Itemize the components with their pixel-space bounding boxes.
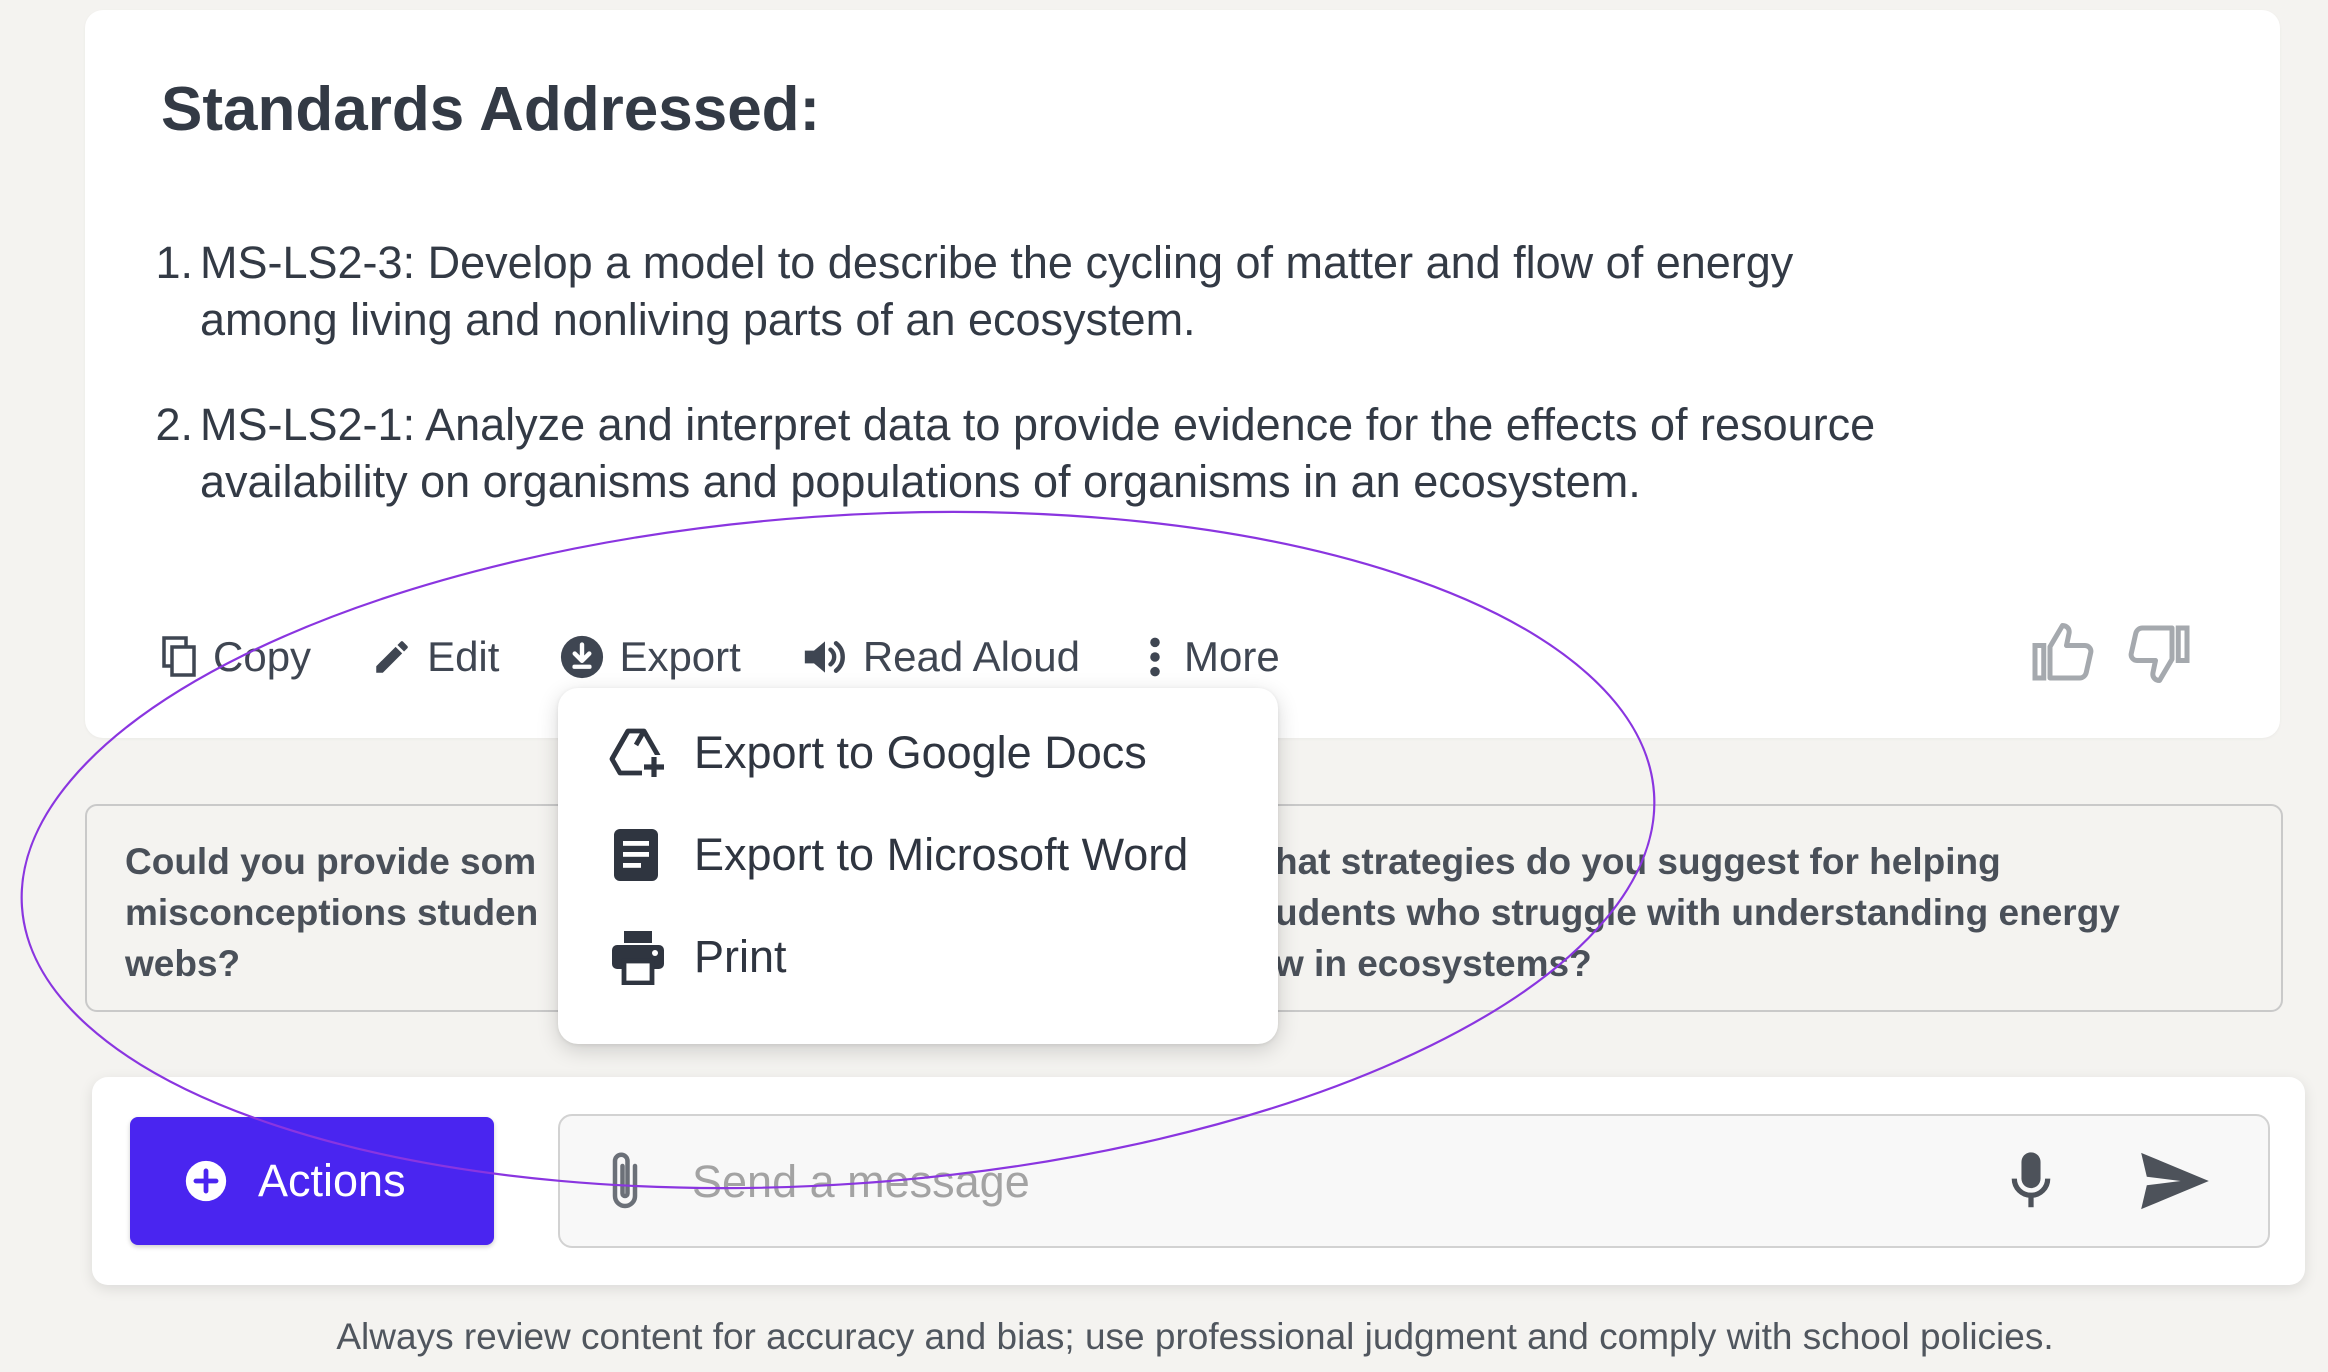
- send-icon[interactable]: [2138, 1150, 2212, 1212]
- export-google-docs-label: Export to Google Docs: [694, 727, 1147, 778]
- message-input[interactable]: [690, 1146, 1994, 1218]
- thumbs-down-icon[interactable]: [2122, 620, 2192, 686]
- suggestion-misconceptions[interactable]: Could you provide som misconceptions stu…: [125, 836, 538, 989]
- paperclip-icon[interactable]: [604, 1146, 646, 1216]
- response-toolbar: Copy Edit Export Read Aloud More: [161, 622, 1340, 692]
- copy-label: Copy: [213, 633, 312, 680]
- standard-item: 2. MS-LS2-1: Analyze and interpret data …: [155, 396, 2170, 510]
- export-menu: Export to Google Docs Export to Microsof…: [558, 688, 1278, 1044]
- standard-line: MS-LS2-3: Develop a model to describe th…: [200, 237, 1794, 288]
- suggestion-line: udents who struggle with understanding e…: [1275, 892, 2120, 933]
- export-word-label: Export to Microsoft Word: [694, 829, 1189, 880]
- list-number: 1.: [155, 237, 193, 288]
- edit-label: Edit: [427, 633, 500, 680]
- suggestion-line: w in ecosystems?: [1275, 943, 1592, 984]
- plus-circle-icon: [185, 1160, 227, 1202]
- microphone-icon[interactable]: [2006, 1150, 2056, 1212]
- google-drive-add-icon: [609, 728, 666, 779]
- more-vertical-icon: [1150, 637, 1160, 677]
- list-number: 2.: [155, 399, 193, 450]
- document-icon: [614, 829, 658, 881]
- read-aloud-button[interactable]: Read Aloud: [801, 633, 1080, 681]
- actions-button[interactable]: Actions: [130, 1117, 494, 1245]
- response-card: Standards Addressed: 1. MS-LS2-3: Develo…: [85, 10, 2280, 738]
- export-word-item[interactable]: Export to Microsoft Word: [608, 820, 1188, 890]
- export-label: Export: [619, 633, 741, 680]
- speaker-icon: [804, 641, 845, 673]
- print-label: Print: [694, 931, 787, 982]
- standard-line: among living and nonliving parts of an e…: [200, 294, 1196, 345]
- standard-line: MS-LS2-1: Analyze and interpret data to …: [200, 399, 1876, 450]
- export-google-docs-item[interactable]: Export to Google Docs: [608, 718, 1147, 788]
- copy-button[interactable]: Copy: [161, 633, 311, 681]
- suggestion-line: webs?: [125, 943, 241, 984]
- more-button[interactable]: More: [1140, 633, 1280, 681]
- suggestion-line: misconceptions studen: [125, 892, 539, 933]
- disclaimer-text: Always review content for accuracy and b…: [336, 1316, 2054, 1357]
- export-button[interactable]: Export: [559, 633, 741, 681]
- suggestion-strategies[interactable]: hat strategies do you suggest for helpin…: [1275, 836, 2120, 989]
- suggestion-line: Could you provide som: [125, 841, 537, 882]
- suggestion-line: hat strategies do you suggest for helpin…: [1275, 841, 2001, 882]
- more-label: More: [1184, 633, 1280, 680]
- read-aloud-label: Read Aloud: [862, 633, 1081, 680]
- printer-icon: [612, 931, 664, 985]
- standards-heading: Standards Addressed:: [161, 75, 821, 144]
- pencil-icon: [376, 641, 408, 673]
- actions-label: Actions: [258, 1155, 406, 1206]
- feedback-buttons: [2030, 620, 2192, 686]
- print-item[interactable]: Print: [608, 922, 787, 992]
- thumbs-up-icon[interactable]: [2030, 620, 2100, 686]
- copy-icon: [162, 636, 196, 677]
- message-composer: Actions: [92, 1077, 2305, 1285]
- message-box: [558, 1114, 2270, 1248]
- edit-button[interactable]: Edit: [371, 633, 499, 681]
- standard-line: availability on organisms and population…: [200, 456, 1641, 507]
- standard-item: 1. MS-LS2-3: Develop a model to describe…: [155, 234, 2170, 348]
- download-icon: [561, 635, 604, 679]
